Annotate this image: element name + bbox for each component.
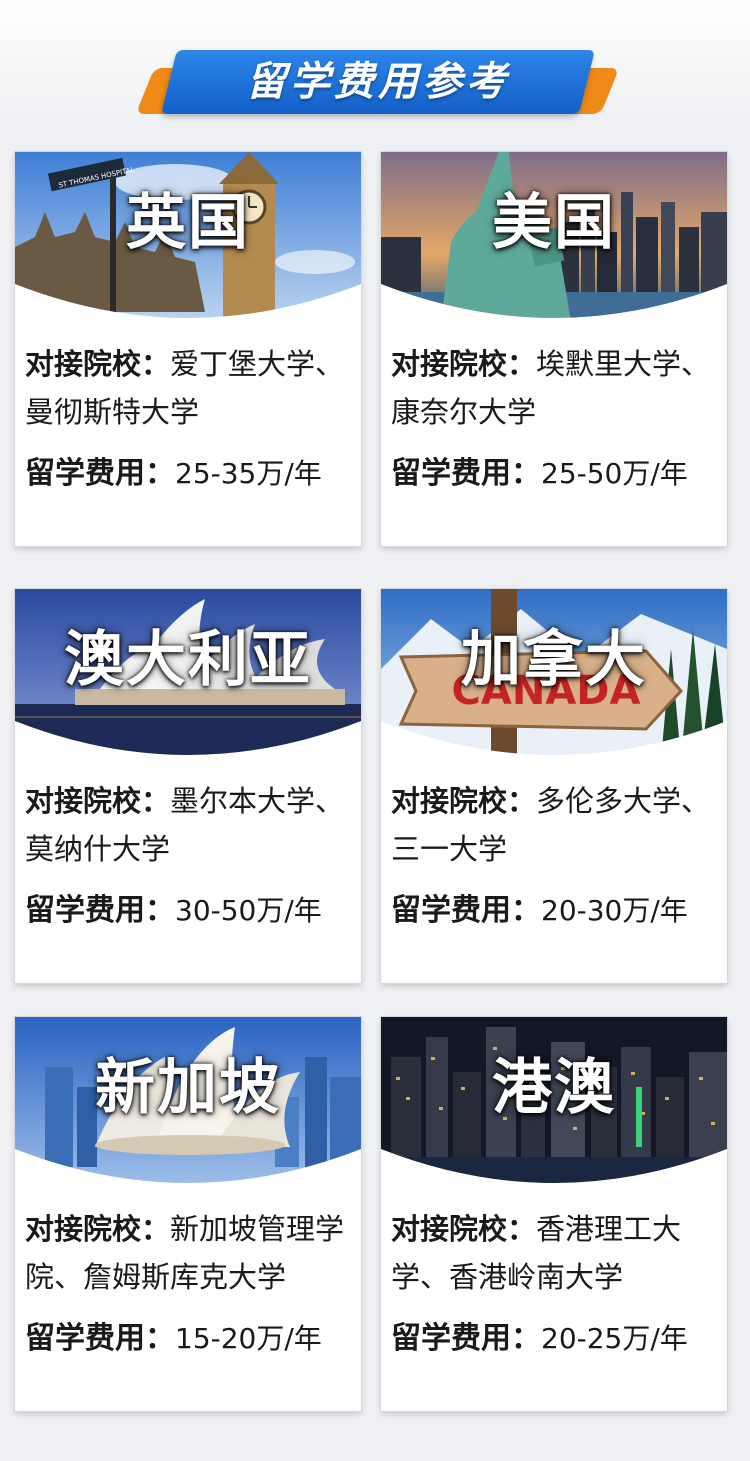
fee-value: 30-50万/年	[175, 894, 322, 927]
country-photo-australia: 澳大利亚	[15, 589, 361, 759]
fee-value: 15-20万/年	[175, 1322, 322, 1355]
partner-schools: 对接院校：墨尔本大学、莫纳什大学	[25, 777, 357, 873]
partner-schools: 对接院校：多伦多大学、三一大学	[391, 777, 723, 873]
fee-value: 25-35万/年	[175, 457, 322, 490]
schools-label: 对接院校：	[25, 784, 171, 818]
country-card-australia[interactable]: 澳大利亚 对接院校：墨尔本大学、莫纳什大学 留学费用：30-50万/年	[15, 589, 361, 983]
country-photo-uk: ST THOMAS HOSPITAL 英国	[15, 152, 361, 322]
fee-label: 留学费用：	[25, 1321, 175, 1356]
fee-value: 20-30万/年	[541, 894, 688, 927]
section-banner: 留学费用参考	[135, 50, 620, 120]
country-name: 加拿大	[461, 625, 647, 695]
partner-schools: 对接院校：新加坡管理学院、詹姆斯库克大学	[25, 1205, 357, 1301]
fee-label: 留学费用：	[391, 893, 541, 928]
country-card-singapore[interactable]: 新加坡 对接院校：新加坡管理学院、詹姆斯库克大学 留学费用：15-20万/年	[15, 1017, 361, 1411]
country-card-uk[interactable]: ST THOMAS HOSPITAL 英国 对接院校：爱丁堡大学、曼彻斯特大学 …	[15, 152, 361, 546]
country-photo-hk-macau: 港澳	[381, 1017, 727, 1187]
section-title: 留学费用参考	[246, 59, 510, 105]
country-card-usa[interactable]: 美国 对接院校：埃默里大学、康奈尔大学 留学费用：25-50万/年	[381, 152, 727, 546]
country-photo-canada: CANADA 加拿大	[381, 589, 727, 759]
country-card-hk-macau[interactable]: 港澳 对接院校：香港理工大学、香港岭南大学 留学费用：20-25万/年	[381, 1017, 727, 1411]
country-name: 澳大利亚	[64, 625, 312, 695]
country-photo-singapore: 新加坡	[15, 1017, 361, 1187]
fee-label: 留学费用：	[25, 893, 175, 928]
fee-value: 20-25万/年	[541, 1322, 688, 1355]
fee-value: 25-50万/年	[541, 457, 688, 490]
tuition-fee: 留学费用：15-20万/年	[25, 1315, 357, 1363]
fee-label: 留学费用：	[391, 1321, 541, 1356]
schools-label: 对接院校：	[25, 1212, 171, 1246]
partner-schools: 对接院校：埃默里大学、康奈尔大学	[391, 340, 723, 436]
tuition-fee: 留学费用：25-35万/年	[25, 450, 357, 498]
country-name: 港澳	[492, 1053, 616, 1123]
schools-label: 对接院校：	[391, 784, 537, 818]
schools-label: 对接院校：	[25, 347, 171, 381]
partner-schools: 对接院校：爱丁堡大学、曼彻斯特大学	[25, 340, 357, 436]
country-name: 英国	[126, 188, 250, 258]
fee-label: 留学费用：	[391, 456, 541, 491]
tuition-fee: 留学费用：25-50万/年	[391, 450, 723, 498]
partner-schools: 对接院校：香港理工大学、香港岭南大学	[391, 1205, 723, 1301]
country-photo-usa: 美国	[381, 152, 727, 322]
fee-label: 留学费用：	[25, 456, 175, 491]
schools-label: 对接院校：	[391, 1212, 537, 1246]
tuition-fee: 留学费用：20-30万/年	[391, 887, 723, 935]
tuition-fee: 留学费用：30-50万/年	[25, 887, 357, 935]
tuition-fee: 留学费用：20-25万/年	[391, 1315, 723, 1363]
schools-label: 对接院校：	[391, 347, 537, 381]
country-name: 美国	[492, 188, 616, 258]
country-name: 新加坡	[95, 1053, 281, 1123]
country-card-canada[interactable]: CANADA 加拿大 对接院校：多伦多大学、三一大学 留学费用：20-30万/年	[381, 589, 727, 983]
